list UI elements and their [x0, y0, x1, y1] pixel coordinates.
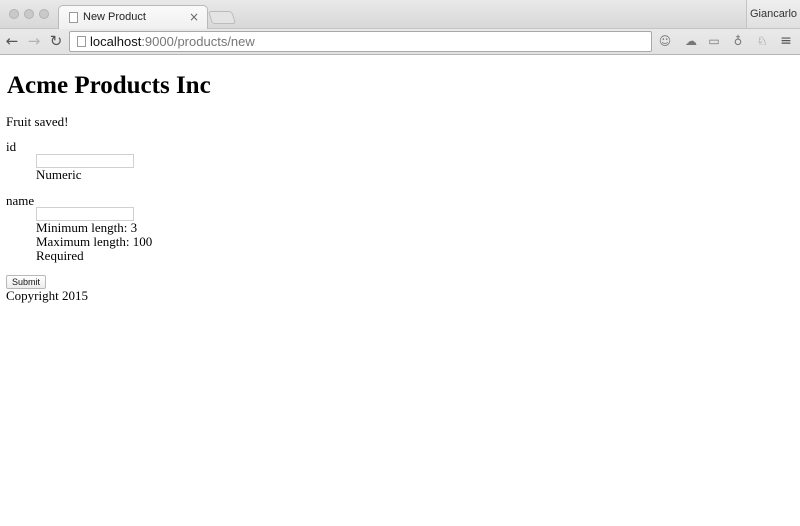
footer-copyright: Copyright 2015 — [6, 288, 88, 303]
name-field[interactable] — [36, 207, 134, 221]
tab-title: New Product — [83, 11, 146, 23]
id-hint-numeric: Numeric — [36, 167, 82, 182]
id-field[interactable] — [36, 154, 134, 168]
submit-button[interactable]: Submit — [6, 275, 47, 289]
url-path: :9000/products/new — [141, 34, 255, 49]
tab-strip: New Product × Giancarlo — [0, 0, 800, 29]
address-url[interactable]: localhost:9000/products/new — [90, 34, 255, 50]
name-hint-max-length: Maximum length: 100 — [36, 234, 153, 249]
extension-cookie-icon[interactable]: ☺ — [658, 34, 672, 48]
page-content: Acme Products Inc Fruit saved! id Numeri… — [0, 56, 800, 526]
extension-knight-icon[interactable]: ♘ — [755, 34, 769, 48]
forward-arrow-icon[interactable]: → — [25, 32, 43, 50]
browser-chrome: New Product × Giancarlo ← → ↻ localhost:… — [0, 0, 800, 55]
tab-close-icon[interactable]: × — [189, 10, 199, 24]
page-icon — [69, 12, 78, 23]
back-arrow-icon[interactable]: ← — [3, 32, 21, 50]
id-label: id — [6, 139, 17, 154]
reload-icon[interactable]: ↻ — [47, 32, 65, 50]
name-hint-required: Required — [36, 248, 84, 263]
flash-message: Fruit saved! — [6, 114, 69, 129]
extension-cloud-icon[interactable]: ☁ — [684, 34, 698, 48]
profile-button[interactable]: Giancarlo — [746, 0, 800, 28]
zoom-window-button[interactable] — [39, 9, 49, 19]
close-window-button[interactable] — [9, 9, 19, 19]
menu-icon[interactable]: ≡ — [779, 34, 793, 48]
browser-toolbar: ← → ↻ localhost:9000/products/new ☺ ☁ ▭ … — [0, 29, 800, 55]
address-bar[interactable]: localhost:9000/products/new — [69, 31, 652, 52]
name-label: name — [6, 193, 35, 208]
tab-new-product[interactable]: New Product × — [58, 5, 208, 29]
cast-icon[interactable]: ▭ — [707, 34, 721, 48]
url-host: localhost — [90, 34, 142, 49]
new-tab-button[interactable] — [207, 11, 237, 24]
page-title: Acme Products Inc — [7, 72, 211, 99]
minimize-window-button[interactable] — [24, 9, 34, 19]
name-hint-min-length: Minimum length: 3 — [36, 220, 138, 235]
extension-globe-icon[interactable]: ♁ — [731, 34, 745, 48]
page-icon — [77, 36, 86, 47]
